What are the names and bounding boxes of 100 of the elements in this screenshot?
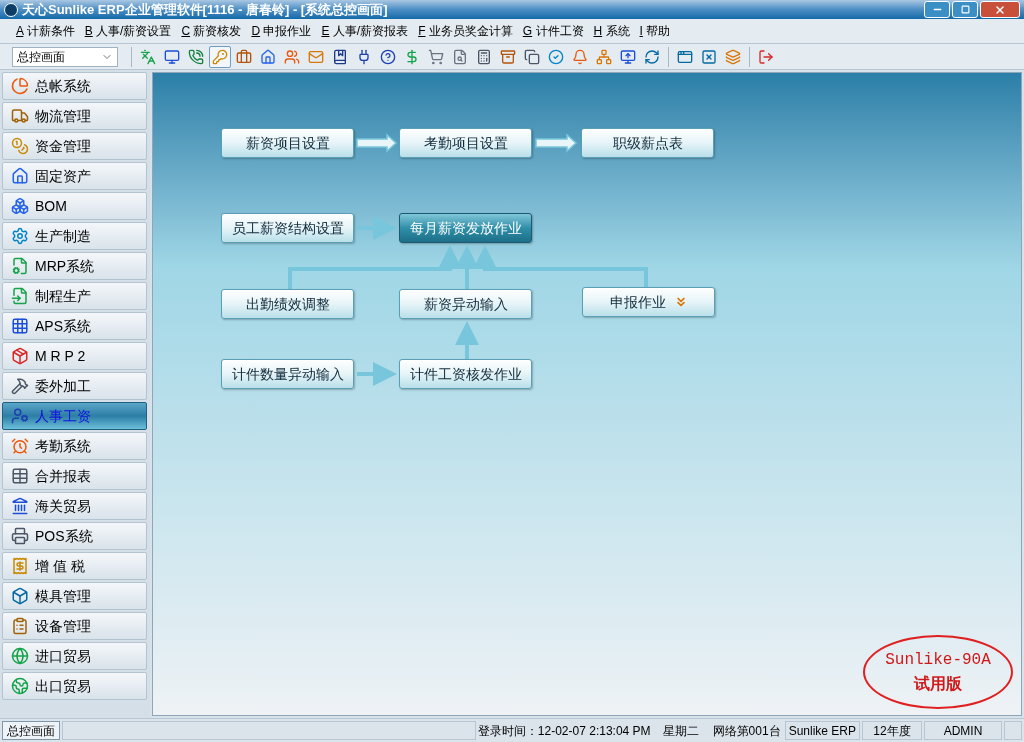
menu-item[interactable]: D 申报作业 — [251, 22, 312, 40]
calculator-icon — [476, 48, 492, 65]
sidebar-item[interactable]: 模具管理 — [2, 582, 147, 610]
flow-arrow — [357, 216, 397, 240]
check-circle-icon — [548, 48, 564, 65]
truck-icon — [11, 107, 29, 125]
flow-node[interactable]: 薪资项目设置 — [221, 128, 354, 158]
maximize-button[interactable] — [952, 1, 978, 18]
cube-icon — [11, 587, 29, 605]
phone-icon — [188, 48, 204, 65]
user-name: ADMIN — [924, 721, 1002, 740]
menu-item[interactable]: B 人事/薪资设置 — [84, 22, 172, 40]
menu-item[interactable]: F 业务员奖金计算 — [418, 22, 513, 40]
refresh-icon — [644, 48, 660, 65]
flow-node[interactable]: 计件数量异动输入 — [221, 359, 354, 389]
status-tab[interactable]: 总控画面 — [2, 721, 60, 740]
cart-icon — [428, 48, 444, 65]
document-arrow-icon — [11, 287, 29, 305]
briefcase-icon — [236, 48, 252, 65]
translate-icon — [140, 48, 156, 65]
receipt-icon — [11, 557, 29, 575]
boxes-icon — [11, 197, 29, 215]
menu-item[interactable]: A 计薪条件 — [16, 22, 75, 40]
close-icon — [994, 3, 1006, 16]
sidebar-item[interactable]: 考勤系统 — [2, 432, 147, 460]
view-select[interactable]: 总控画面 — [12, 46, 118, 67]
printer-icon — [11, 527, 29, 545]
sidebar-item[interactable]: 委外加工 — [2, 372, 147, 400]
sidebar-item[interactable]: 合并报表 — [2, 462, 147, 490]
fiscal-year: 12年度 — [862, 721, 922, 740]
sidebar-item[interactable]: 生产制造 — [2, 222, 147, 250]
menu-item[interactable]: H 系统 — [593, 22, 630, 40]
users-icon — [284, 48, 300, 65]
maximize-icon — [960, 5, 970, 14]
sidebar-item[interactable]: 总帐系统 — [2, 72, 147, 100]
product-name: Sunlike ERP — [784, 721, 860, 740]
plug-icon — [356, 48, 372, 65]
flow-arrow — [455, 321, 479, 359]
key-icon — [212, 48, 228, 65]
menu-item[interactable]: G 计件工资 — [522, 22, 584, 40]
exit-icon — [758, 48, 774, 65]
hollow-arrow — [356, 133, 398, 153]
monitor-icon — [164, 48, 180, 65]
menu-item[interactable]: I 帮助 — [639, 22, 671, 40]
table-icon — [11, 467, 29, 485]
monitor-arrow-icon — [620, 48, 636, 65]
dollar-icon — [404, 48, 420, 65]
building-icon — [11, 497, 29, 515]
hollow-arrow — [535, 133, 578, 153]
pie-chart-icon — [11, 77, 29, 95]
sidebar-item[interactable]: M R P 2 — [2, 342, 147, 370]
flow-node[interactable]: 每月薪资发放作业 — [399, 213, 532, 243]
sidebar-item[interactable]: BOM — [2, 192, 147, 220]
flow-node[interactable]: 薪资异动输入 — [399, 289, 532, 319]
sidebar-item[interactable]: 增 值 税 — [2, 552, 147, 580]
sidebar-item[interactable]: 资金管理 — [2, 132, 147, 160]
sidebar-item[interactable]: 海关贸易 — [2, 492, 147, 520]
flow-node[interactable]: 申报作业 — [582, 287, 715, 317]
trial-stamp: Sunlike-90A 试用版 — [863, 635, 1013, 709]
package-icon — [11, 347, 29, 365]
flow-node[interactable]: 考勤项目设置 — [399, 128, 532, 158]
window-title: 天心Sunlike ERP企业管理软件[1116 - 唐春铃] - [系统总控画面] — [22, 0, 388, 19]
copy-icon — [524, 48, 540, 65]
sidebar-item[interactable]: 固定资产 — [2, 162, 147, 190]
sidebar-item[interactable]: 物流管理 — [2, 102, 147, 130]
document-search-icon — [452, 48, 468, 65]
clipboard-icon — [11, 617, 29, 635]
close-window-icon — [701, 48, 717, 65]
house-icon — [11, 167, 29, 185]
mail-icon — [308, 48, 324, 65]
flow-node[interactable]: 职级薪点表 — [581, 128, 714, 158]
sidebar-item[interactable]: 出口贸易 — [2, 672, 147, 700]
flow-node[interactable]: 员工薪资结构设置 — [221, 213, 354, 243]
sidebar-item[interactable]: APS系统 — [2, 312, 147, 340]
menu-item[interactable]: C 薪资核发 — [181, 22, 242, 40]
document-gear-icon — [11, 257, 29, 275]
window-icon — [677, 48, 693, 65]
weekday: 星期二 — [662, 722, 699, 740]
flow-node[interactable]: 计件工资核发作业 — [399, 359, 532, 389]
sidebar-item[interactable]: 制程生产 — [2, 282, 147, 310]
grid-icon — [11, 317, 29, 335]
app-logo-icon — [4, 2, 18, 17]
bell-icon — [572, 48, 588, 65]
flow-arrow — [357, 362, 397, 386]
hammer-icon — [11, 377, 29, 395]
login-time: 登录时间：12-02-07 2:13:04 PM — [477, 722, 651, 740]
sidebar-item[interactable]: 进口贸易 — [2, 642, 147, 670]
sidebar-item[interactable]: POS系统 — [2, 522, 147, 550]
sidebar-item[interactable]: MRP系统 — [2, 252, 147, 280]
help-icon — [380, 48, 396, 65]
close-button[interactable] — [980, 1, 1020, 18]
sidebar-item[interactable]: 设备管理 — [2, 612, 147, 640]
gear-icon — [11, 227, 29, 245]
earth-icon — [11, 677, 29, 695]
flow-node[interactable]: 出勤绩效调整 — [221, 289, 354, 319]
layers-icon — [725, 48, 741, 65]
menu-item[interactable]: E 人事/薪资报表 — [321, 22, 409, 40]
workstation: 网络第001台 — [712, 722, 781, 740]
minimize-button[interactable] — [924, 1, 950, 18]
user-icon — [11, 407, 29, 425]
